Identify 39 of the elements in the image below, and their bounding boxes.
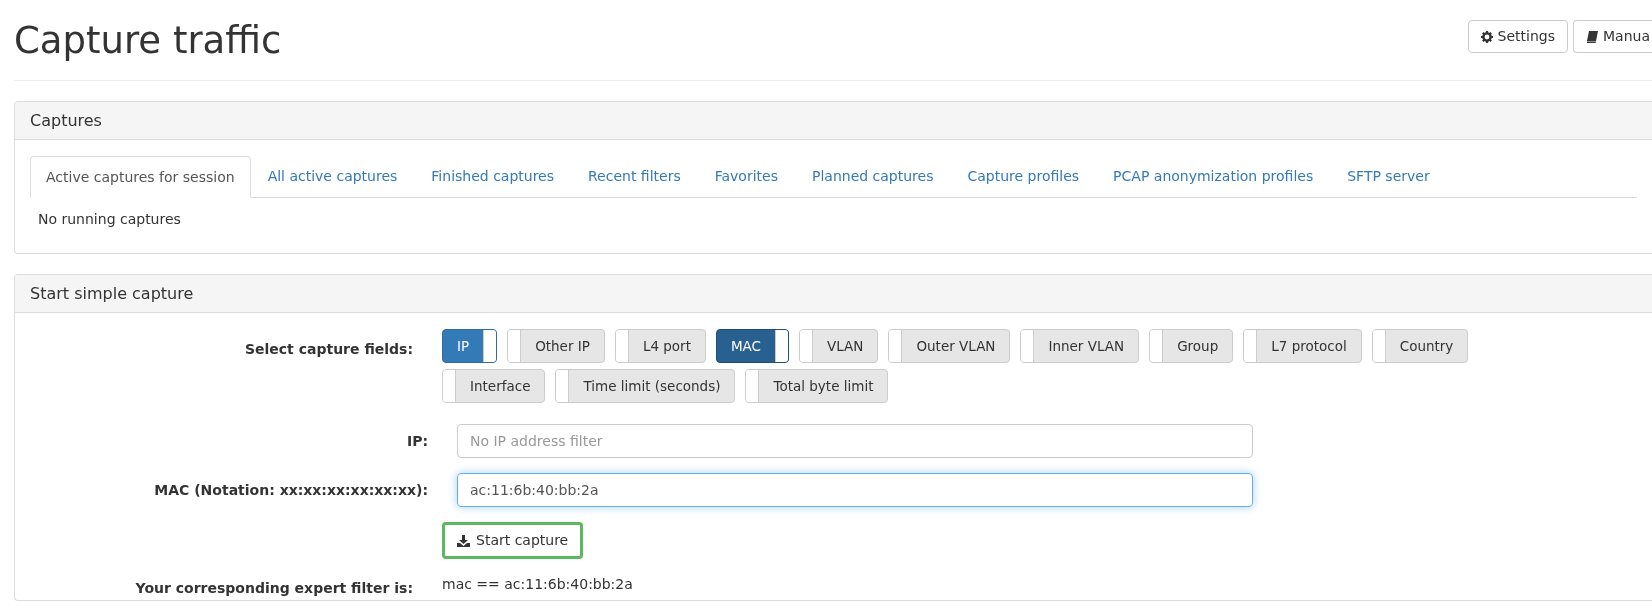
manual-button[interactable]: Manua (1573, 20, 1652, 53)
tab[interactable]: PCAP anonymization profiles (1096, 156, 1331, 197)
tab[interactable]: SFTP server (1330, 156, 1447, 197)
field-toggle[interactable]: Group (1149, 329, 1234, 363)
tab[interactable]: Finished captures (414, 156, 571, 197)
input-field[interactable]: ac:11:6b:40:bb:2a (457, 473, 1253, 507)
field-label: Your corresponding expert filter is: (135, 580, 413, 596)
field-toggle[interactable]: Other IP (507, 329, 605, 363)
field-toggle[interactable]: Interface (442, 369, 546, 403)
field-toggle[interactable]: L4 port (614, 329, 706, 363)
field-toggle[interactable]: MAC (715, 329, 790, 363)
tab[interactable]: Active captures for session (30, 156, 251, 198)
field-toggle[interactable]: Inner VLAN (1020, 329, 1140, 363)
field-label: MAC (Notation: xx:xx:xx:xx:xx:xx): (154, 482, 428, 498)
tab[interactable]: Recent filters (571, 156, 698, 197)
field-label: Select capture fields: (244, 341, 413, 357)
field-toggle[interactable]: Time limit (seconds) (555, 369, 736, 403)
empty-message: No running captures (38, 211, 181, 227)
field-toggle[interactable]: L7 protocol (1243, 329, 1362, 363)
input-field[interactable]: No IP address filter (457, 424, 1253, 458)
settings-button[interactable]: Settings (1467, 20, 1568, 53)
field-label: IP: (406, 433, 428, 449)
panel-title: Start simple capture (30, 282, 194, 305)
download-icon (457, 534, 470, 547)
tab[interactable]: Favorites (697, 156, 795, 197)
panel-title: Captures (30, 109, 102, 132)
start-capture-button[interactable]: Start capture (442, 522, 584, 559)
book-icon (1586, 30, 1598, 43)
tab[interactable]: Capture profiles (950, 156, 1097, 197)
expert-filter-text: mac == ac:11:6b:40:bb:2a (442, 574, 633, 594)
settings-icon (1480, 30, 1493, 43)
field-toggle[interactable]: Total byte limit (745, 369, 889, 403)
field-toggle[interactable]: Outer VLAN (888, 329, 1011, 363)
field-toggle[interactable]: IP (442, 329, 498, 363)
field-toggle[interactable]: VLAN (799, 329, 879, 363)
tab[interactable]: All active captures (250, 156, 415, 197)
tab[interactable]: Planned captures (794, 156, 951, 197)
field-toggle[interactable]: Country (1371, 329, 1469, 363)
page-title: Capture traffic (14, 20, 282, 62)
